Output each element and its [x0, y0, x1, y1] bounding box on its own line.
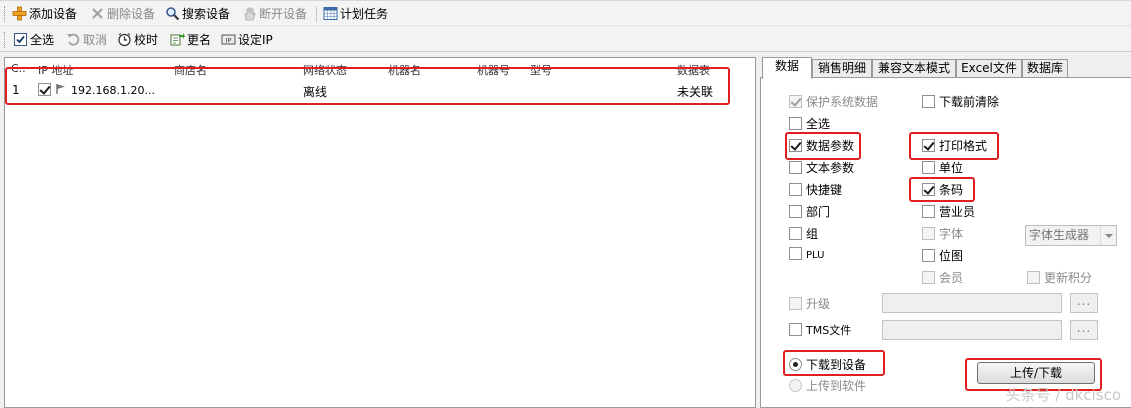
- chevron-down-icon: [1100, 226, 1116, 245]
- select-all-checkbox[interactable]: 全选: [789, 116, 830, 132]
- highlight-box-row: [5, 67, 730, 105]
- search-device-button[interactable]: 搜索设备: [165, 5, 230, 24]
- checkbox-icon: [13, 32, 28, 47]
- upgrade-browse-button[interactable]: ...: [1070, 293, 1098, 313]
- group-checkbox[interactable]: 组: [789, 226, 818, 242]
- clock-icon: [117, 32, 132, 47]
- upgrade-checkbox[interactable]: 升级: [789, 296, 830, 312]
- clear-before-download-checkbox[interactable]: 下载前清除: [922, 94, 999, 110]
- tms-path-field[interactable]: [882, 320, 1062, 340]
- hand-icon: [242, 6, 257, 21]
- hotkey-checkbox[interactable]: 快捷键: [789, 182, 842, 198]
- highlight-box-print-format: [909, 132, 999, 160]
- select-all-button[interactable]: 全选: [13, 31, 54, 50]
- font-checkbox[interactable]: 字体: [922, 226, 963, 242]
- unit-checkbox[interactable]: 单位: [922, 160, 963, 176]
- watermark: 头条号 / dkcisco: [1005, 386, 1121, 404]
- plus-icon: [12, 6, 27, 21]
- font-generator-select[interactable]: 字体生成器: [1025, 225, 1117, 246]
- tms-file-checkbox[interactable]: TMS文件: [789, 323, 851, 339]
- highlight-box-data-params: [785, 132, 861, 160]
- tab-database[interactable]: 数据库: [1022, 59, 1068, 78]
- close-icon: [90, 6, 105, 21]
- toolbar-grip[interactable]: [4, 32, 7, 48]
- text-params-checkbox[interactable]: 文本参数: [789, 160, 854, 176]
- ip-icon: IP: [221, 32, 236, 47]
- rename-button[interactable]: 更名: [170, 31, 211, 50]
- set-ip-button[interactable]: IP 设定IP: [221, 31, 273, 50]
- device-list[interactable]: C.. IP 地址 商店名 网络状态 机器名 机器号 型号 数据表 1 192.…: [4, 57, 756, 408]
- department-checkbox[interactable]: 部门: [789, 204, 830, 220]
- disconnect-device-button[interactable]: 断开设备: [242, 5, 307, 24]
- search-icon: [165, 6, 180, 21]
- svg-text:IP: IP: [226, 37, 232, 45]
- delete-device-button[interactable]: 删除设备: [90, 5, 155, 24]
- bitmap-checkbox[interactable]: 位图: [922, 248, 963, 264]
- undo-icon: [66, 32, 81, 47]
- tab-excel[interactable]: Excel文件: [956, 59, 1022, 78]
- add-device-button[interactable]: 添加设备: [12, 5, 77, 24]
- highlight-box-barcode: [909, 177, 975, 202]
- tab-sales-detail[interactable]: 销售明细: [812, 59, 872, 78]
- time-sync-button[interactable]: 校时: [117, 31, 158, 50]
- upgrade-path-field[interactable]: [882, 293, 1062, 313]
- settings-panel: 数据 销售明细 兼容文本模式 Excel文件 数据库 保护系统数据 下载前清除 …: [760, 55, 1131, 408]
- update-points-checkbox[interactable]: 更新积分: [1027, 270, 1092, 286]
- rename-icon: [170, 32, 185, 47]
- tab-data[interactable]: 数据: [762, 57, 812, 79]
- tms-browse-button[interactable]: ...: [1070, 320, 1098, 340]
- protect-system-checkbox[interactable]: 保护系统数据: [789, 94, 878, 110]
- schedule-task-button[interactable]: 计划任务: [323, 5, 388, 24]
- data-tab-body: 保护系统数据 下载前清除 全选 数据参数 打印格式 文本参数 单位 快捷键 条码…: [760, 77, 1131, 408]
- toolbar-grip[interactable]: [4, 6, 7, 22]
- cancel-button[interactable]: 取消: [66, 31, 107, 50]
- toolbar-separator: [316, 6, 317, 22]
- highlight-box-download: [783, 350, 885, 376]
- upload-to-software-radio[interactable]: 上传到软件: [789, 378, 866, 394]
- tab-compat-text[interactable]: 兼容文本模式: [872, 59, 956, 78]
- salesperson-checkbox[interactable]: 营业员: [922, 204, 975, 220]
- member-checkbox[interactable]: 会员: [922, 270, 963, 286]
- plu-checkbox[interactable]: PLU: [789, 247, 824, 263]
- calendar-icon: [323, 6, 338, 21]
- main-toolbar: 添加设备 删除设备 搜索设备 断开设备 计划任务: [0, 0, 1131, 26]
- secondary-toolbar: 全选 取消 校时 更名 IP 设定IP: [0, 27, 1131, 52]
